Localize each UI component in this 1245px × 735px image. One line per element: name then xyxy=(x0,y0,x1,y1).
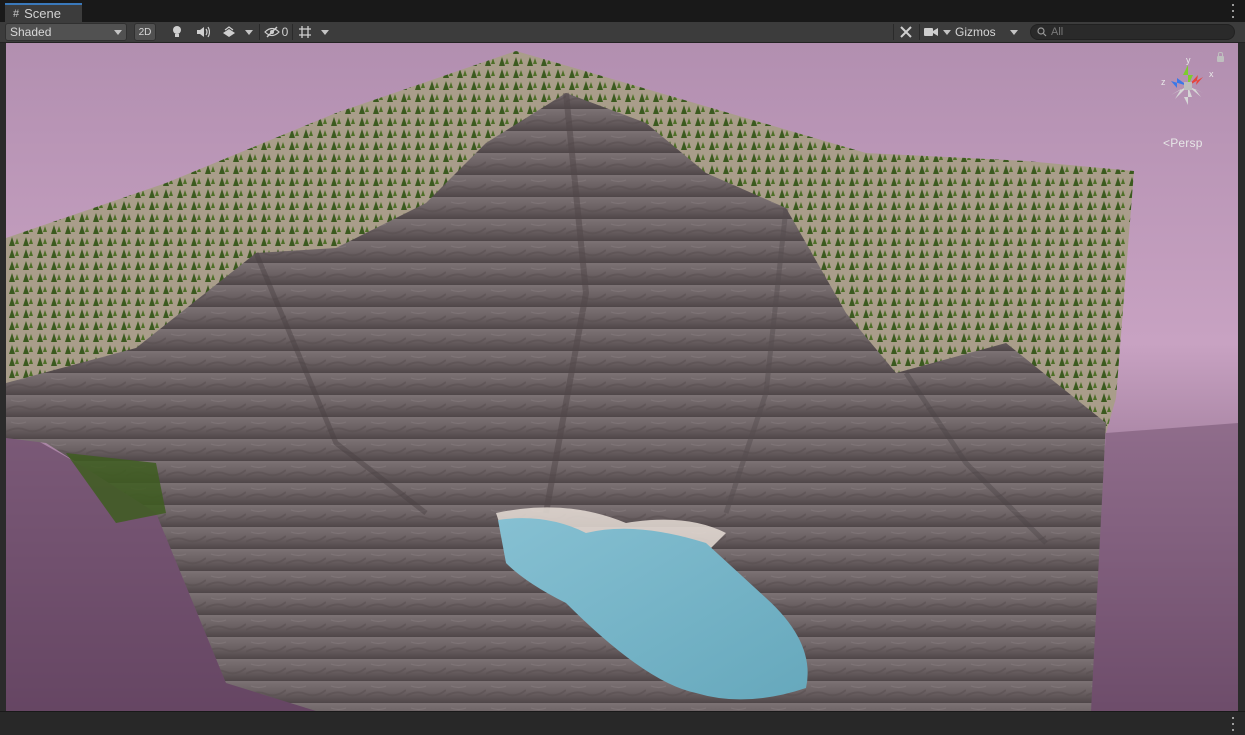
camera-settings-button[interactable] xyxy=(922,23,940,41)
search-input[interactable] xyxy=(1047,26,1221,38)
scene-visibility-toggle[interactable]: 0 xyxy=(262,23,290,41)
search-icon xyxy=(1037,27,1047,37)
gizmo-y-label: y xyxy=(1186,55,1191,65)
gizmo-z-label: z xyxy=(1161,77,1166,87)
lock-icon[interactable] xyxy=(1217,52,1224,62)
effects-dropdown[interactable] xyxy=(243,23,255,41)
grid-icon: # xyxy=(13,7,20,20)
tools-icon xyxy=(900,26,912,38)
projection-toggle[interactable]: <Persp xyxy=(1163,136,1203,150)
effects-icon xyxy=(223,26,235,37)
gizmo-x-label: x xyxy=(1209,69,1214,79)
eye-slash-icon xyxy=(263,26,280,38)
tools-button[interactable] xyxy=(896,23,916,41)
tab-scene-label: Scene xyxy=(24,6,61,21)
tab-bar: # Scene xyxy=(0,0,1245,23)
camera-icon xyxy=(924,28,938,36)
toggle-2d-button[interactable]: 2D xyxy=(134,23,156,41)
tab-scene[interactable]: # Scene xyxy=(5,3,82,22)
draw-mode-dropdown[interactable]: Shaded xyxy=(5,23,127,41)
scene-toolbar: Shaded 2D 0 Gizmos All xyxy=(0,22,1245,43)
tab-menu-icon[interactable] xyxy=(1231,4,1235,18)
chevron-down-icon xyxy=(114,30,122,35)
chevron-down-icon xyxy=(245,29,253,35)
divider xyxy=(919,24,920,40)
speaker-icon xyxy=(197,26,210,38)
chevron-down-icon xyxy=(1010,29,1018,35)
bottom-panel-bar xyxy=(0,711,1245,735)
chevron-down-icon xyxy=(943,29,951,35)
light-bulb-icon xyxy=(173,26,181,37)
hidden-object-count: 0 xyxy=(281,25,289,39)
scene-search[interactable] xyxy=(1030,24,1235,40)
panel-menu-icon[interactable] xyxy=(1231,717,1235,731)
orientation-gizmo[interactable]: y x z xyxy=(1157,55,1219,117)
gizmos-label: Gizmos xyxy=(955,25,996,39)
effects-toggle[interactable] xyxy=(219,23,239,41)
right-edge xyxy=(1238,43,1245,711)
scene-viewport[interactable]: y x z <Persp xyxy=(6,43,1238,711)
divider xyxy=(259,24,260,40)
grid-toggle[interactable] xyxy=(296,23,314,41)
camera-dropdown[interactable] xyxy=(941,23,953,41)
draw-mode-value: Shaded xyxy=(10,25,52,39)
gizmos-dropdown[interactable] xyxy=(1008,23,1020,41)
audio-toggle[interactable] xyxy=(194,23,212,41)
terrain-render xyxy=(6,43,1238,711)
lighting-toggle[interactable] xyxy=(168,23,186,41)
grid-dropdown[interactable] xyxy=(319,23,331,41)
chevron-down-icon xyxy=(321,29,329,35)
divider xyxy=(292,24,293,40)
projection-label: Persp xyxy=(1170,136,1203,150)
grid-snap-icon xyxy=(299,26,311,38)
gizmos-button[interactable]: Gizmos xyxy=(955,23,996,41)
divider xyxy=(893,24,894,40)
